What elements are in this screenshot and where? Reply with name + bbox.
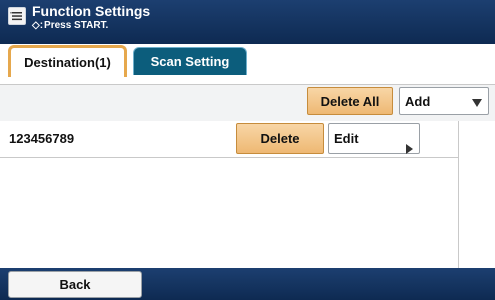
edit-label: Edit: [334, 131, 359, 146]
chevron-down-icon: [472, 99, 482, 107]
scrollbar-track[interactable]: [458, 121, 495, 268]
edit-button[interactable]: Edit: [328, 123, 420, 154]
menu-icon[interactable]: [8, 7, 26, 25]
delete-all-button[interactable]: Delete All: [307, 87, 393, 115]
destination-value: 123456789: [9, 131, 75, 146]
subtitle-text: Press START.: [44, 20, 109, 31]
chevron-right-icon: [406, 144, 413, 154]
header-bar: Function Settings ◇: Press START.: [0, 0, 495, 44]
add-dropdown[interactable]: Add: [399, 87, 489, 115]
add-label: Add: [405, 93, 431, 109]
tab-destination[interactable]: Destination(1): [8, 45, 127, 77]
start-icon: ◇:: [32, 20, 44, 31]
tab-scan-setting[interactable]: Scan Setting: [133, 47, 247, 75]
back-button[interactable]: Back: [8, 271, 142, 298]
page-title: Function Settings: [32, 3, 151, 19]
page-subtitle: ◇: Press START.: [32, 20, 108, 32]
delete-button[interactable]: Delete: [236, 123, 324, 154]
